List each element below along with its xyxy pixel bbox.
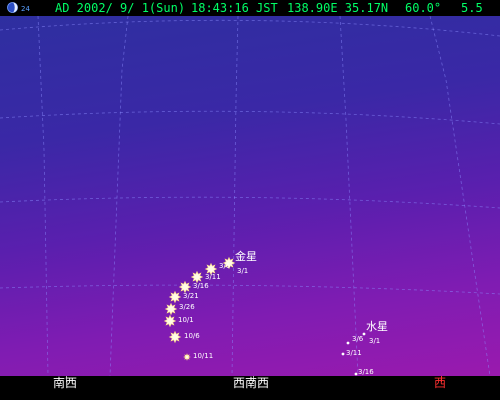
moon-phase-icon	[7, 2, 18, 13]
mercury-date-label: 3/11	[346, 349, 362, 357]
mercury-date-label: 3/6	[352, 335, 364, 343]
venus-date-label: 3/11	[205, 273, 221, 281]
grid-line	[429, 15, 491, 377]
limiting-magnitude[interactable]: 5.5	[461, 1, 483, 15]
venus-position-marker[interactable]	[168, 330, 182, 344]
direction-west: 西	[434, 376, 447, 390]
venus-position-marker[interactable]	[168, 290, 182, 304]
venus-date-label: 10/11	[193, 352, 213, 360]
mercury-position-marker[interactable]	[346, 341, 350, 345]
venus-position-marker[interactable]	[178, 280, 192, 294]
location-display[interactable]: 138.90E 35.17N	[287, 1, 388, 15]
venus-track: 3/1 3/6 3/113/16 3/21 3/26 10/1 10/6 10/11 金星	[163, 249, 257, 361]
status-bar: 24 AD 2002/ 9/ 1(Sun) 18:43:16 JST 138.9…	[0, 0, 500, 16]
mercury-date-label: 3/16	[358, 368, 374, 376]
venus-position-marker[interactable]	[190, 270, 204, 284]
grid-line	[339, 15, 359, 377]
mercury-position-marker[interactable]	[341, 352, 345, 356]
grid-line	[0, 19, 500, 37]
grid-line	[109, 15, 129, 377]
venus-position-marker[interactable]	[183, 353, 191, 361]
venus-position-marker[interactable]	[163, 314, 177, 328]
grid-line	[0, 110, 500, 125]
horizon-bar: 南西 西南西 西	[0, 376, 500, 400]
venus-date-label: 3/6	[219, 262, 231, 270]
venus-date-label: 3/16	[193, 282, 209, 290]
venus-date-label: 10/1	[178, 316, 194, 324]
grid-line	[0, 196, 500, 209]
time-display[interactable]: 18:43:16 JST	[191, 1, 278, 15]
moon-age: 24	[21, 5, 30, 13]
mercury-name-label: 水星	[366, 320, 388, 333]
venus-date-label: 3/1	[237, 267, 248, 275]
mercury-track: 3/1 3/6 3/11 3/16 水星	[341, 320, 388, 376]
venus-date-label: 3/21	[183, 292, 199, 300]
grid-line	[231, 15, 239, 377]
venus-position-marker[interactable]	[164, 302, 178, 316]
direction-southwest: 南西	[53, 376, 78, 390]
grid-line	[0, 284, 500, 295]
grid-line	[37, 15, 49, 377]
sky-overlay: 3/13/63/113/163/213/2610/110/610/11金星 3/…	[0, 15, 500, 377]
field-of-view[interactable]: 60.0°	[405, 1, 441, 15]
mercury-date-label: 3/1	[369, 337, 380, 345]
venus-date-label: 3/26	[179, 303, 195, 311]
mercury-position-marker[interactable]	[354, 372, 358, 376]
planetarium-app: 24 AD 2002/ 9/ 1(Sun) 18:43:16 JST 138.9…	[0, 0, 500, 400]
venus-date-label: 10/6	[184, 332, 200, 340]
coordinate-grid	[0, 15, 500, 377]
direction-west-southwest: 西南西	[233, 376, 270, 390]
date-display[interactable]: AD 2002/ 9/ 1(Sun)	[55, 1, 185, 15]
venus-name-label: 金星	[235, 249, 257, 263]
